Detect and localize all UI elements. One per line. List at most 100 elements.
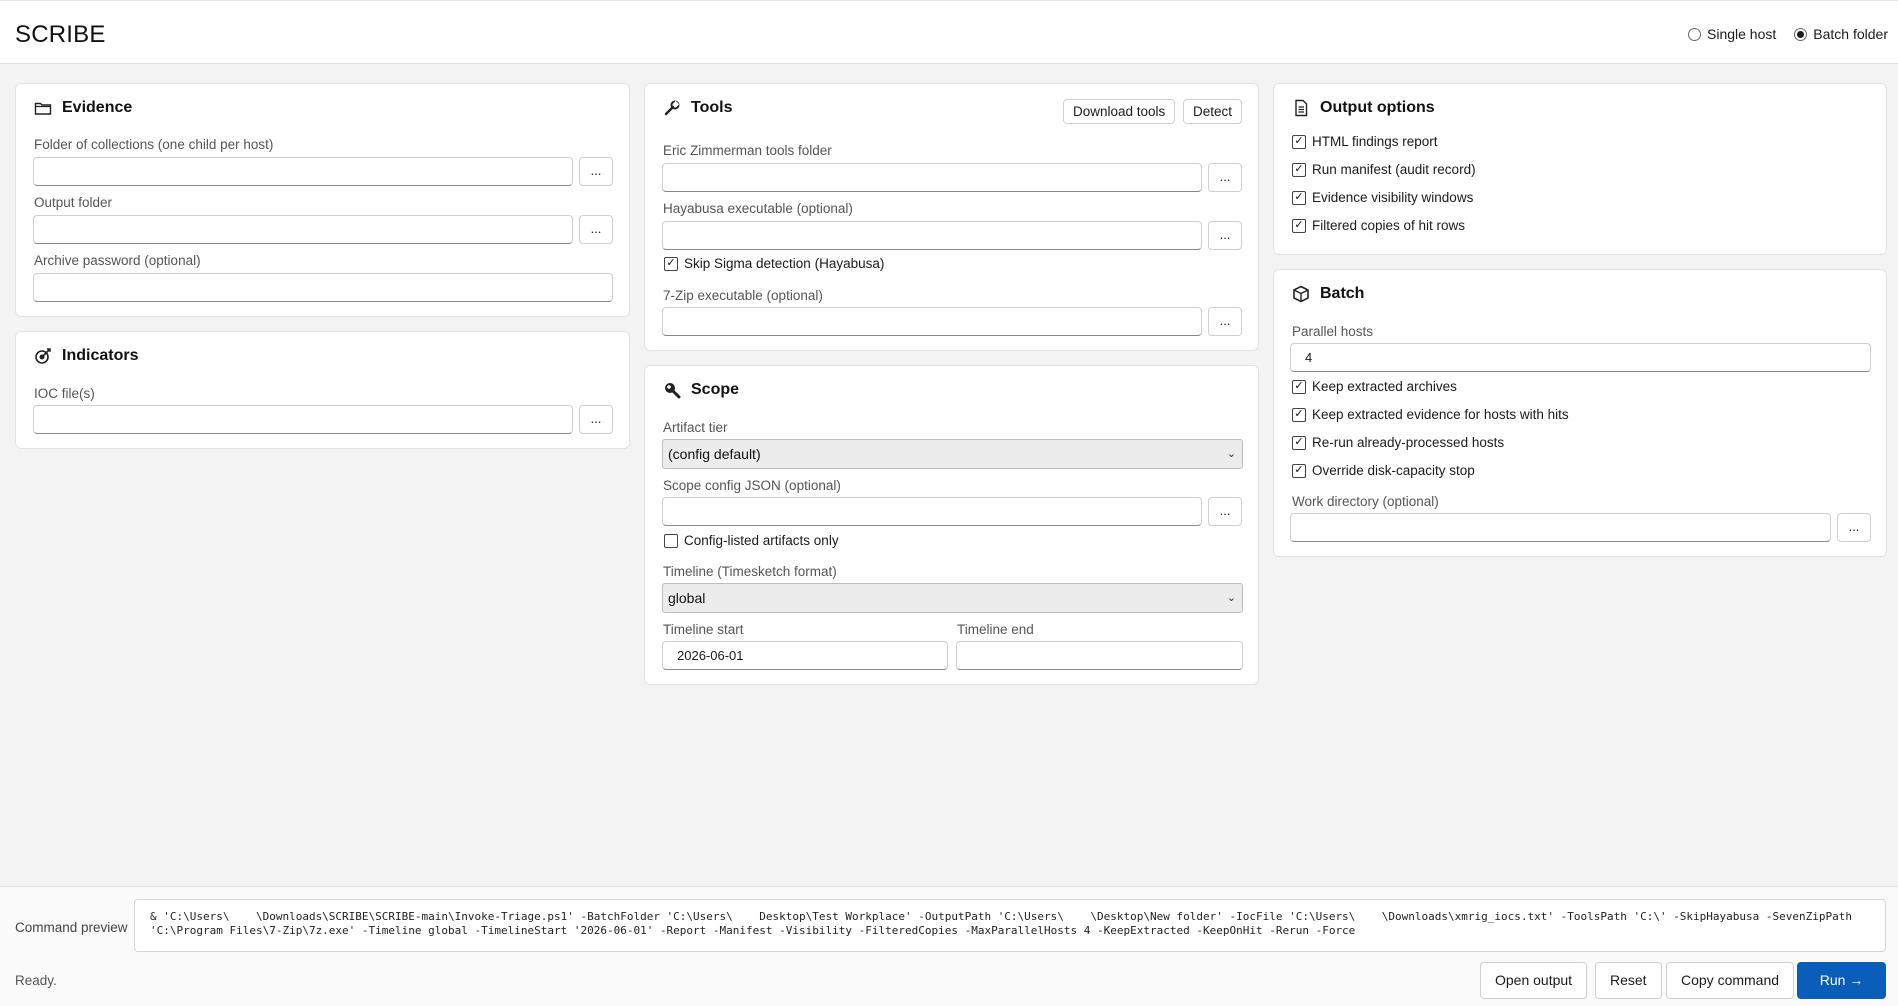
hayabusa-browse-button[interactable]: ... [1208, 221, 1242, 250]
batch-folder-radio-dot[interactable] [1794, 27, 1808, 41]
download-tools-button[interactable]: Download tools [1063, 99, 1176, 124]
work-directory-input[interactable] [1290, 513, 1831, 542]
scope-config-input[interactable] [662, 497, 1202, 526]
skip-sigma-option[interactable]: Skip Sigma detection (Hayabusa) [664, 256, 884, 271]
folder-icon [34, 102, 52, 115]
ioc-files-input[interactable] [33, 405, 573, 434]
output-folder-label: Output folder [34, 195, 113, 210]
sevenzip-label: 7-Zip executable (optional) [663, 288, 823, 303]
package-icon [1293, 285, 1309, 303]
config-only-checkbox[interactable] [664, 533, 678, 548]
collections-folder-browse-button[interactable]: ... [579, 157, 613, 186]
visibility-windows-option[interactable]: Evidence visibility windows [1292, 190, 1473, 205]
output-options-card: Output options HTML findings report Run … [1273, 83, 1887, 255]
override-disk-checkbox[interactable] [1292, 463, 1306, 478]
single-host-radio-dot[interactable] [1688, 27, 1701, 41]
evidence-card: Evidence Folder of collections (one chil… [15, 83, 630, 317]
evidence-title: Evidence [62, 99, 133, 116]
sevenzip-browse-button[interactable]: ... [1208, 307, 1242, 336]
rerun-option[interactable]: Re-run already-processed hosts [1292, 435, 1504, 450]
work-directory-label: Work directory (optional) [1292, 494, 1439, 509]
visibility-windows-label: Evidence visibility windows [1312, 190, 1474, 205]
scope-config-browse-button[interactable]: ... [1208, 497, 1242, 526]
keep-on-hit-checkbox[interactable] [1292, 407, 1306, 422]
timeline-select[interactable]: global ⌄ [662, 583, 1243, 613]
single-host-label: Single host [1707, 26, 1777, 42]
config-only-option[interactable]: Config-listed artifacts only [664, 533, 839, 548]
wrench-icon [664, 100, 680, 116]
batch-folder-label: Batch folder [1813, 26, 1888, 42]
override-disk-label: Override disk-capacity stop [1312, 463, 1475, 478]
batch-folder-radio[interactable]: Batch folder [1794, 26, 1888, 42]
scope-card: Scope Artifact tier (config default) ⌄ S… [644, 365, 1259, 685]
ez-tools-browse-button[interactable]: ... [1208, 163, 1242, 192]
timeline-value: global [668, 590, 706, 606]
copy-command-button[interactable]: Copy command [1666, 962, 1795, 999]
batch-card: Batch Parallel hosts Keep extracted arch… [1273, 269, 1887, 557]
detect-button[interactable]: Detect [1183, 99, 1243, 124]
artifact-tier-select[interactable]: (config default) ⌄ [662, 439, 1243, 469]
work-directory-browse-button[interactable]: ... [1837, 513, 1871, 542]
parallel-hosts-label: Parallel hosts [1292, 324, 1374, 339]
rerun-checkbox[interactable] [1292, 435, 1306, 450]
run-manifest-checkbox[interactable] [1292, 162, 1306, 177]
override-disk-option[interactable]: Override disk-capacity stop [1292, 463, 1475, 478]
ez-tools-label: Eric Zimmerman tools folder [663, 143, 832, 158]
app-title: SCRIBE [15, 21, 106, 48]
html-report-checkbox[interactable] [1292, 134, 1306, 149]
html-report-option[interactable]: HTML findings report [1292, 134, 1438, 149]
parallel-hosts-input[interactable] [1290, 343, 1871, 372]
batch-title: Batch [1320, 285, 1365, 302]
output-options-header: Output options [1292, 99, 1435, 117]
output-folder-input[interactable] [33, 215, 573, 244]
ioc-files-browse-button[interactable]: ... [579, 405, 613, 434]
rerun-label: Re-run already-processed hosts [1312, 435, 1505, 450]
bottom-bar: Command preview & 'C:\Users\ \Downloads\… [0, 886, 1898, 1006]
open-output-button[interactable]: Open output [1480, 962, 1588, 999]
ez-tools-input[interactable] [662, 163, 1202, 192]
html-report-label: HTML findings report [1312, 134, 1438, 149]
keep-on-hit-option[interactable]: Keep extracted evidence for hosts with h… [1292, 407, 1569, 422]
chevron-down-icon: ⌄ [1226, 592, 1236, 604]
keep-archives-checkbox[interactable] [1292, 379, 1306, 394]
timeline-label: Timeline (Timesketch format) [663, 564, 837, 579]
evidence-header: Evidence [34, 99, 132, 117]
hayabusa-input[interactable] [662, 221, 1202, 250]
scope-title: Scope [691, 381, 740, 398]
run-manifest-option[interactable]: Run manifest (audit record) [1292, 162, 1476, 177]
skip-sigma-checkbox[interactable] [664, 256, 678, 271]
tools-card: Tools Download tools Detect Eric Zimmerm… [644, 83, 1259, 351]
filtered-copies-option[interactable]: Filtered copies of hit rows [1292, 218, 1465, 233]
archive-password-label: Archive password (optional) [34, 253, 201, 268]
run-button[interactable]: Run → [1797, 962, 1886, 999]
status-text: Ready. [15, 973, 57, 988]
skip-sigma-label: Skip Sigma detection (Hayabusa) [684, 256, 885, 271]
filtered-copies-label: Filtered copies of hit rows [1312, 218, 1466, 233]
reset-button[interactable]: Reset [1595, 962, 1662, 999]
sevenzip-input[interactable] [662, 307, 1202, 336]
command-preview-box[interactable]: & 'C:\Users\ \Downloads\SCRIBE\SCRIBE-ma… [134, 899, 1886, 952]
timeline-end-input[interactable] [956, 641, 1243, 670]
run-manifest-label: Run manifest (audit record) [1312, 162, 1476, 177]
filtered-copies-checkbox[interactable] [1292, 218, 1306, 233]
document-icon [1295, 99, 1308, 117]
visibility-windows-checkbox[interactable] [1292, 190, 1306, 205]
output-folder-browse-button[interactable]: ... [579, 215, 613, 244]
hayabusa-label: Hayabusa executable (optional) [663, 201, 853, 216]
scope-config-label: Scope config JSON (optional) [663, 478, 841, 493]
timeline-start-input[interactable] [662, 641, 948, 670]
indicators-title: Indicators [62, 347, 139, 364]
collections-folder-input[interactable] [33, 157, 573, 186]
magnifier-icon [665, 383, 681, 399]
top-bar: SCRIBE Single host Batch folder [0, 0, 1898, 64]
batch-header: Batch [1292, 285, 1364, 303]
indicators-card: Indicators IOC file(s) ... [15, 331, 630, 449]
keep-archives-option[interactable]: Keep extracted archives [1292, 379, 1457, 394]
mode-selector: Single host Batch folder [1688, 26, 1888, 42]
ioc-files-label: IOC file(s) [34, 386, 95, 401]
target-icon [35, 348, 51, 364]
archive-password-input[interactable] [33, 273, 613, 302]
command-preview-label: Command preview [15, 920, 128, 935]
keep-on-hit-label: Keep extracted evidence for hosts with h… [1312, 407, 1569, 422]
single-host-radio[interactable]: Single host [1688, 26, 1776, 42]
